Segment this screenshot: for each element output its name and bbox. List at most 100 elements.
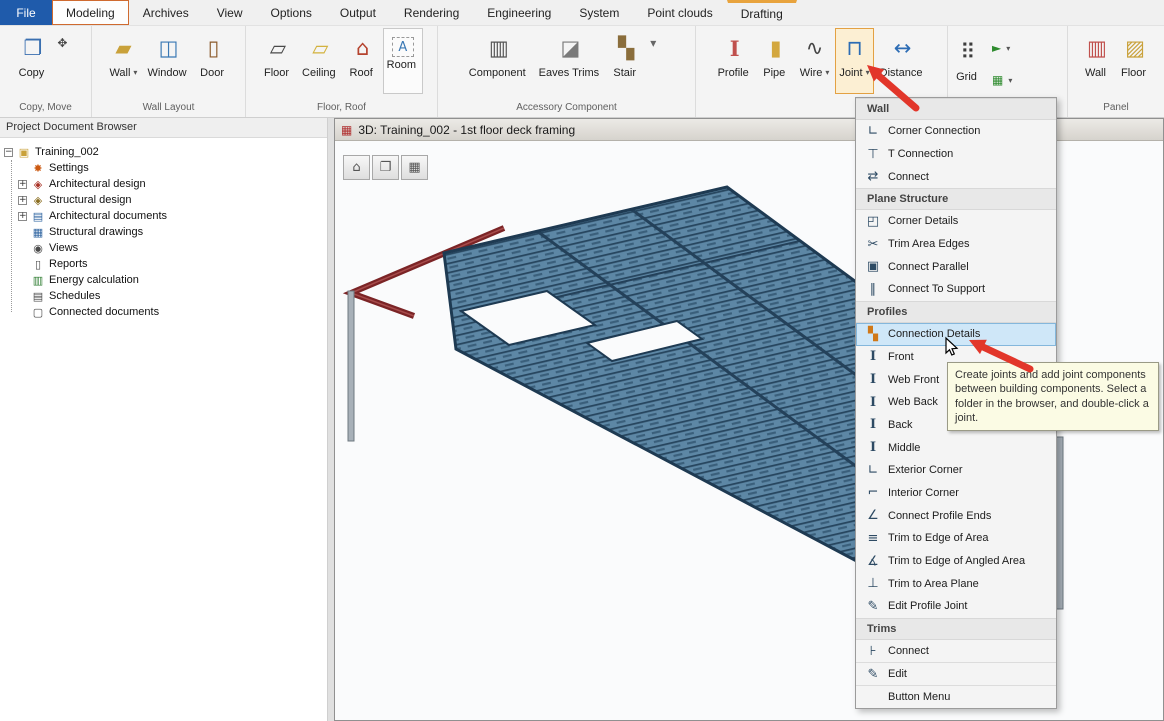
menubar-tab[interactable]: Rendering xyxy=(390,0,473,25)
file-menu-button[interactable]: File xyxy=(0,0,52,25)
joint-menu-item-label: Back xyxy=(888,419,912,431)
room-icon: A xyxy=(392,37,414,57)
view-grid-button[interactable]: ▦ xyxy=(401,155,428,180)
home-view-button[interactable]: ⌂ xyxy=(343,155,370,180)
ribbon-button[interactable]: ▥ Wall xyxy=(1079,28,1115,94)
ribbon-button[interactable]: ▨ Floor xyxy=(1117,28,1153,94)
joint-menu-item[interactable]: ∡ Trim to Edge of Angled Area xyxy=(856,550,1056,573)
ribbon-button[interactable]: A Room xyxy=(383,28,423,94)
tree-item[interactable]: ▤ Schedules xyxy=(4,288,327,304)
joint-menu-item[interactable]: ⇄ Connect xyxy=(856,165,1056,188)
ribbon-button[interactable]: ⊓ Joint▾ xyxy=(835,28,873,94)
ribbon-button[interactable]: ▾ xyxy=(646,28,668,58)
joint-menu-item[interactable]: ✎ Edit Profile Joint xyxy=(856,595,1056,618)
menubar-tab[interactable]: Modeling xyxy=(52,0,129,25)
ribbon-button[interactable]: ▱ Floor xyxy=(260,28,296,94)
joint-menu-item-label: Connect xyxy=(888,645,929,657)
tree-expander-icon[interactable]: + xyxy=(18,212,27,221)
ribbon-button[interactable]: ▚ Stair xyxy=(608,28,644,94)
pointer-tool-icon: ► xyxy=(992,41,1001,55)
wire-icon: ∿ xyxy=(806,31,824,65)
joint-menu-item: Wall xyxy=(856,98,1056,120)
ribbon-button[interactable]: ∿ Wire▾ xyxy=(796,28,834,94)
tree-item-label: Architectural documents xyxy=(49,210,167,222)
joint-menu-item-label: Profiles xyxy=(867,306,907,318)
ribbon-button[interactable]: ▥ Component xyxy=(465,28,533,94)
menubar-tab[interactable]: Options xyxy=(257,0,326,25)
tree-item[interactable]: ▯ Reports xyxy=(4,256,327,272)
tree-item-label: Structural design xyxy=(49,194,132,206)
ribbon-button[interactable]: ✥ xyxy=(53,28,76,58)
tree-item[interactable]: + ◈ Structural design xyxy=(4,192,327,208)
joint-menu-item[interactable]: Button Menu xyxy=(856,685,1056,708)
ribbon-button[interactable]: ◫ Window xyxy=(143,28,193,94)
menubar-tab[interactable]: System xyxy=(565,0,633,25)
door-icon: ▯ xyxy=(208,31,220,65)
ribbon-button[interactable]: ▱ Ceiling xyxy=(298,28,343,94)
joint-menu-item-label: Connect Profile Ends xyxy=(888,510,991,522)
joint-menu-item[interactable]: ◰ Corner Details xyxy=(856,210,1056,233)
ribbon-button[interactable]: ► ▾ xyxy=(988,33,1014,63)
joint-menu-item[interactable]: ⊦ Connect xyxy=(856,640,1056,663)
panel-wall-icon: ▥ xyxy=(1087,31,1107,65)
menubar-tab[interactable]: Drafting xyxy=(727,0,797,25)
tree-expander-icon[interactable]: + xyxy=(18,196,27,205)
structural-design-icon: ◈ xyxy=(31,194,45,207)
ribbon-button[interactable]: ⠿ Grid xyxy=(950,32,986,96)
tree-item[interactable]: − ▣ Training_002 xyxy=(4,144,327,160)
joint-menu-item[interactable]: ✂ Trim Area Edges xyxy=(856,233,1056,256)
tree-item[interactable]: ▢ Connected documents xyxy=(4,304,327,320)
menubar-tab[interactable]: Engineering xyxy=(473,0,565,25)
ribbon-button[interactable]: I Profile xyxy=(714,28,756,94)
ribbon-button[interactable]: ❐ Copy xyxy=(15,28,52,94)
joint-menu-item[interactable]: ✎ Edit xyxy=(856,662,1056,685)
joint-menu-item[interactable]: ∟ Exterior Corner xyxy=(856,459,1056,482)
ribbon-button[interactable]: ⌂ Roof xyxy=(345,28,381,94)
joint-menu-item[interactable]: ⌐ Interior Corner xyxy=(856,482,1056,505)
dropdown-caret-icon: ▾ xyxy=(866,68,870,77)
ceiling-icon: ▱ xyxy=(312,31,328,65)
tree-item[interactable]: + ◈ Architectural design xyxy=(4,176,327,192)
joint-menu-item-label: Trims xyxy=(867,623,896,635)
joint-menu-item[interactable]: ▚ Connection Details xyxy=(856,323,1056,346)
joint-menu-item-label: Button Menu xyxy=(888,691,950,703)
viewport-title: 3D: Training_002 - 1st floor deck framin… xyxy=(358,123,575,137)
tree-item[interactable]: + ▤ Architectural documents xyxy=(4,208,327,224)
joint-menu-item-label: Connect xyxy=(888,171,929,183)
tree-expander-icon[interactable]: − xyxy=(4,148,13,157)
tree-expander-icon[interactable]: + xyxy=(18,180,27,189)
connected-documents-icon: ▢ xyxy=(31,306,45,319)
joint-menu-item[interactable]: ⊥ Trim to Area Plane xyxy=(856,572,1056,595)
floor-icon: ▱ xyxy=(270,31,286,65)
joint-menu-item[interactable]: I Middle xyxy=(856,436,1056,459)
tree-item[interactable]: ✸ Settings xyxy=(4,160,327,176)
joint-menu-item[interactable]: ∠ Connect Profile Ends xyxy=(856,504,1056,527)
joint-menu-item[interactable]: ≡ Trim to Edge of Area xyxy=(856,527,1056,550)
ribbon-button[interactable]: ◪ Eaves Trims xyxy=(535,28,607,94)
ribbon-button[interactable]: ▮ Pipe xyxy=(758,28,794,94)
tree-item-label: Schedules xyxy=(49,290,100,302)
joint-menu-item[interactable]: ⊤ T Connection xyxy=(856,143,1056,166)
joint-menu-item[interactable]: ∥ Connect To Support xyxy=(856,278,1056,301)
ribbon-button[interactable]: ↔ Distance xyxy=(876,28,930,94)
accessory-overflow-icon: ▾ xyxy=(650,36,656,50)
grid-icon: ⠿ xyxy=(960,35,975,69)
joint-menu-item[interactable]: ∟ Corner Connection xyxy=(856,120,1056,143)
tree-item[interactable]: ◉ Views xyxy=(4,240,327,256)
menubar-tab[interactable]: Archives xyxy=(129,0,203,25)
pipe-icon: ▮ xyxy=(770,31,782,65)
joint-menu-item[interactable]: ▣ Connect Parallel xyxy=(856,255,1056,278)
menubar-tab[interactable]: Output xyxy=(326,0,390,25)
ribbon-button[interactable]: ▯ Door xyxy=(196,28,232,94)
settings-icon: ✸ xyxy=(31,162,45,175)
menubar-tab[interactable]: View xyxy=(203,0,257,25)
ribbon-button[interactable]: ▰ Wall▾ xyxy=(105,28,141,94)
exterior-corner-icon: ∟ xyxy=(864,463,882,478)
tree-item[interactable]: ▦ Structural drawings xyxy=(4,224,327,240)
tree-item-label: Structural drawings xyxy=(49,226,143,238)
views-icon: ◉ xyxy=(31,242,45,255)
ribbon-button[interactable]: ▦ ▾ xyxy=(988,65,1016,95)
tile-windows-button[interactable]: ❐ xyxy=(372,155,399,180)
menubar-tab[interactable]: Point clouds xyxy=(633,0,726,25)
tree-item[interactable]: ▥ Energy calculation xyxy=(4,272,327,288)
